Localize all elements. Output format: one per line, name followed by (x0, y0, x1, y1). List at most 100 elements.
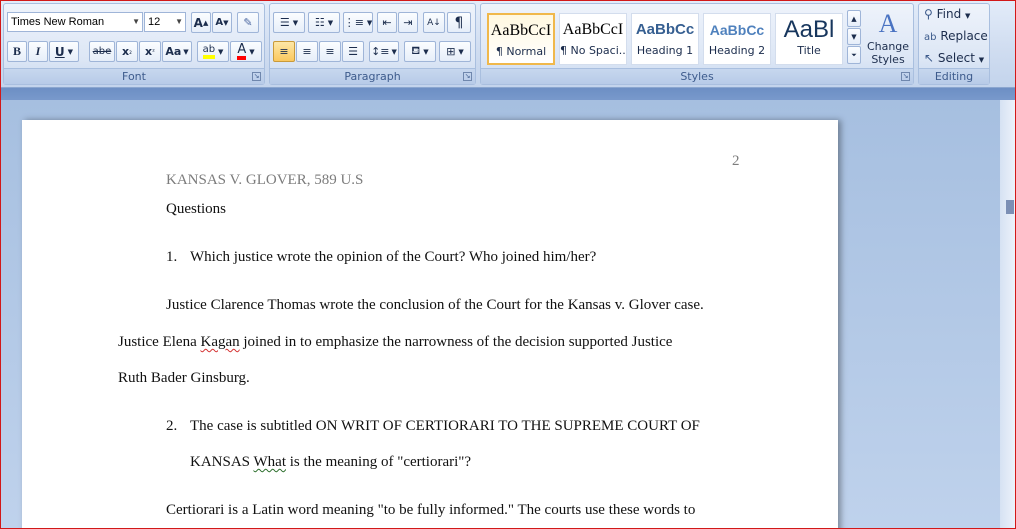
chevron-down-icon: ▼ (218, 47, 224, 56)
borders-icon: ⊞ (446, 45, 456, 58)
subscript-button[interactable]: x₂ (116, 41, 138, 62)
answer-1-line-3: Ruth Bader Ginsburg. (118, 370, 250, 386)
bold-button[interactable]: B (7, 41, 27, 62)
decrease-indent-icon: ⇤ (382, 16, 392, 29)
style-heading-2[interactable]: AaBbCc Heading 2 (703, 13, 771, 65)
caret-up-icon: ▲ (202, 18, 209, 27)
question-1-number: 1. (166, 249, 178, 265)
spelling-error-word[interactable]: Kagan (200, 334, 239, 350)
highlight-button[interactable]: ab ▼ (197, 41, 229, 62)
style-title-label: Title (797, 44, 821, 57)
bold-icon: B (12, 44, 21, 58)
style-normal-sample: AaBbCcI (490, 22, 552, 39)
scroll-thumb[interactable] (1006, 200, 1014, 214)
chevron-down-icon: ▼ (458, 47, 464, 56)
align-left-button[interactable]: ≡ (273, 41, 295, 62)
strikethrough-button[interactable]: abe (89, 41, 115, 62)
bullets-button[interactable]: ☰ ▼ (273, 12, 305, 33)
underline-button[interactable]: U ▼ (49, 41, 79, 62)
questions-heading: Questions (166, 201, 226, 217)
question-2-number: 2. (166, 418, 178, 434)
numbering-button[interactable]: ☷ ▼ (308, 12, 340, 33)
font-name-value: Times New Roman (11, 16, 105, 28)
paragraph-group-label: Paragraph (270, 68, 475, 84)
clear-formatting-button[interactable]: ✎ (237, 12, 259, 33)
justify-icon: ☰ (348, 45, 358, 58)
strikethrough-icon: abe (92, 46, 112, 57)
find-button[interactable]: ⚲ Find ▼ (924, 5, 970, 23)
page-header: KANSAS V. GLOVER, 589 U.S (166, 172, 364, 188)
superscript-icon: x (145, 45, 153, 58)
grow-font-button[interactable]: A ▲ (191, 12, 211, 33)
italic-icon: I (35, 44, 41, 58)
chevron-down-icon: ▼ (978, 56, 985, 64)
styles-dialog-launcher-icon[interactable]: ↘ (901, 72, 910, 81)
font-dialog-launcher-icon[interactable]: ↘ (252, 72, 261, 81)
caret-down-icon: ▼ (223, 18, 229, 27)
chevron-down-icon: ▼ (391, 47, 397, 56)
grammar-error-word[interactable]: What (254, 454, 286, 470)
answer-1-line-1: Justice Clarence Thomas wrote the conclu… (166, 297, 704, 313)
superscript-button[interactable]: x² (139, 41, 161, 62)
style-title[interactable]: AaBl Title (775, 13, 843, 65)
replace-button[interactable]: ab Replace (924, 27, 988, 45)
page-number: 2 (732, 153, 740, 169)
font-group: Times New Roman ▼ 12 ▼ A ▲ A ▼ ✎ B I U ▼ ab… (3, 3, 265, 85)
multilevel-list-button[interactable]: ⋮≡ ▼ (343, 12, 373, 33)
chevron-down-icon: ▼ (67, 47, 74, 56)
pilcrow-icon: ¶ (454, 14, 464, 31)
chevron-down-icon: ▼ (183, 47, 189, 56)
italic-button[interactable]: I (28, 41, 48, 62)
line-spacing-button[interactable]: ↕≡ ▼ (369, 41, 399, 62)
select-button[interactable]: ↖ Select ▼ (924, 49, 984, 67)
style-no-spacing-label: ¶ No Spaci... (560, 44, 626, 57)
shading-button[interactable]: ⛾ ▼ (404, 41, 436, 62)
multilevel-list-icon: ⋮≡ (343, 16, 364, 29)
binoculars-icon: ⚲ (924, 7, 933, 21)
decrease-indent-button[interactable]: ⇤ (377, 12, 397, 33)
document-page[interactable]: 2 KANSAS V. GLOVER, 589 U.S Questions 1.… (22, 120, 838, 529)
question-1-text: Which justice wrote the opinion of the C… (190, 249, 597, 265)
font-name-combo[interactable]: Times New Roman ▼ (7, 12, 143, 32)
align-left-icon: ≡ (279, 45, 289, 58)
numbering-icon: ☷ (314, 16, 325, 29)
align-center-button[interactable]: ≡ (296, 41, 318, 62)
show-formatting-marks-button[interactable]: ¶ (447, 12, 471, 33)
font-color-icon: A (237, 43, 247, 60)
styles-group-label: Styles (481, 68, 913, 84)
cursor-arrow-icon: ↖ (924, 51, 935, 65)
style-normal-label: ¶ Normal (495, 45, 547, 58)
answer-1-line-2-end: joined in to emphasize the narrowness of… (239, 334, 673, 350)
styles-scroll-up-button[interactable]: ▲ (847, 10, 861, 27)
shrink-font-icon: A (215, 17, 224, 28)
style-heading-1[interactable]: AaBbCc Heading 1 (631, 13, 699, 65)
chevron-down-icon: ▼ (175, 17, 183, 26)
change-styles-button[interactable]: A Change Styles (865, 8, 911, 66)
select-label: Select (937, 51, 975, 65)
question-2-line-2-end: is the meaning of "certiorari"? (285, 454, 472, 470)
style-no-spacing[interactable]: AaBbCcI ¶ No Spaci... (559, 13, 627, 65)
paragraph-dialog-launcher-icon[interactable]: ↘ (463, 72, 472, 81)
style-normal[interactable]: AaBbCcI ¶ Normal (487, 13, 555, 65)
styles-more-button[interactable]: ⏷ (847, 46, 861, 64)
font-group-label: Font (4, 68, 264, 84)
justify-button[interactable]: ☰ (342, 41, 364, 62)
subscript-icon: x (122, 45, 130, 58)
replace-label: Replace (940, 29, 988, 43)
align-right-button[interactable]: ≡ (319, 41, 341, 62)
borders-button[interactable]: ⊞ ▼ (439, 41, 471, 62)
clear-formatting-icon: ✎ (243, 16, 253, 29)
shrink-font-button[interactable]: A ▼ (212, 12, 232, 33)
font-size-combo[interactable]: 12 ▼ (144, 12, 186, 32)
chevron-down-icon: ▼ (327, 18, 334, 27)
increase-indent-button[interactable]: ⇥ (398, 12, 418, 33)
font-color-button[interactable]: A ▼ (230, 41, 262, 62)
question-2-line-2: KANSAS What is the meaning of "certiorar… (190, 454, 471, 471)
answer-1-line-2-start: Justice Elena (118, 334, 201, 350)
change-case-button[interactable]: Aa ▼ (162, 41, 192, 62)
vertical-scrollbar[interactable] (1000, 100, 1016, 529)
answer-1-line-2: Justice Elena Kagan joined in to emphasi… (118, 334, 672, 351)
question-2-line-2-start: KANSAS (190, 454, 254, 470)
sort-button[interactable]: A↓ (423, 12, 445, 33)
styles-scroll-down-button[interactable]: ▼ (847, 28, 861, 45)
